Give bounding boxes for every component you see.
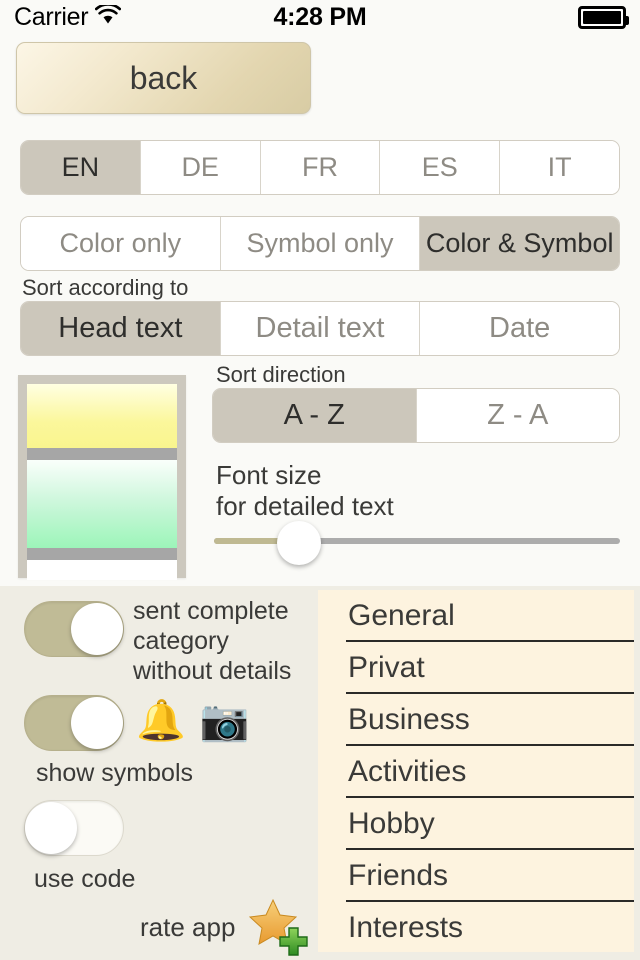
category-label: General (348, 599, 455, 632)
carrier-label: Carrier (14, 2, 89, 31)
color-scheme-preview (18, 375, 186, 580)
segment-language-it[interactable]: IT (499, 141, 619, 194)
font-size-label-line2: for detailed text (216, 491, 394, 521)
font-size-label-line1: Font size (216, 460, 322, 490)
back-button-label: back (129, 59, 198, 96)
segment-color-only[interactable]: Color only (21, 217, 220, 270)
font-size-label: Font size for detailed text (216, 460, 616, 522)
segment-language-es[interactable]: ES (379, 141, 500, 194)
segment-language-de[interactable]: DE (139, 141, 260, 194)
list-item[interactable]: General (318, 590, 634, 642)
preview-band-green (27, 460, 177, 548)
segment-language-en[interactable]: EN (21, 141, 140, 194)
list-item[interactable]: Privat (318, 642, 634, 694)
toggle-show-symbols[interactable] (24, 695, 124, 751)
segment-sort-date[interactable]: Date (419, 302, 619, 355)
font-size-slider[interactable] (214, 521, 620, 565)
sort-by-label: Sort according to (22, 275, 189, 300)
segment-symbol-only[interactable]: Symbol only (219, 217, 420, 270)
back-button[interactable]: back (16, 42, 311, 114)
preview-separator-top (27, 448, 177, 460)
segment-sort-head-text[interactable]: Head text (21, 302, 220, 355)
toggle-use-code-label: use code (34, 865, 136, 893)
battery-full-icon (578, 5, 629, 29)
sort-by-segmented-control[interactable]: Head text Detail text Date (20, 301, 620, 356)
slider-thumb[interactable] (277, 521, 322, 565)
category-label: Friends (348, 859, 449, 892)
toggle-knob (25, 802, 77, 854)
list-item[interactable]: Interests (318, 902, 634, 952)
segment-color-and-symbol[interactable]: Color & Symbol (419, 217, 619, 270)
bell-ringing-icon: 🔔 (136, 699, 186, 743)
toggle-show-symbols-label: show symbols (36, 759, 193, 787)
segment-sort-detail-text[interactable]: Detail text (219, 302, 420, 355)
sort-direction-segmented-control[interactable]: A - Z Z - A (212, 388, 620, 443)
status-bar-left: Carrier (14, 2, 122, 32)
list-item[interactable]: Activities (318, 746, 634, 798)
status-bar: Carrier 4:28 PM (0, 0, 640, 34)
category-label: Activities (348, 755, 467, 788)
list-item[interactable]: Friends (318, 850, 634, 902)
wifi-icon (95, 2, 122, 30)
preview-band-yellow (27, 384, 177, 448)
category-list[interactable]: General Privat Business Activities Hobby… (318, 590, 634, 952)
toggle-knob (71, 603, 123, 655)
status-bar-right (578, 5, 629, 29)
category-label: Interests (348, 911, 464, 944)
list-item[interactable]: Hobby (318, 798, 634, 850)
star-plus-icon (249, 898, 311, 956)
sort-direction-label: Sort direction (216, 362, 346, 387)
category-label: Business (348, 703, 470, 736)
display-mode-segmented-control[interactable]: Color only Symbol only Color & Symbol (20, 216, 620, 271)
segment-sort-za[interactable]: Z - A (415, 389, 619, 442)
toggle-use-code[interactable] (24, 800, 124, 856)
category-label: Privat (348, 651, 425, 684)
preview-band-white (27, 560, 177, 580)
language-segmented-control[interactable]: EN DE FR ES IT (20, 140, 620, 195)
app-screen: Carrier 4:28 PM back EN DE FR ES IT Colo… (0, 0, 640, 960)
category-label: Hobby (348, 807, 435, 840)
camera-icon: 📷 (199, 699, 250, 743)
toggle-knob (71, 697, 123, 749)
segment-sort-az[interactable]: A - Z (213, 389, 416, 442)
segment-language-fr[interactable]: FR (259, 141, 380, 194)
rate-app-button[interactable]: rate app (140, 898, 311, 956)
preview-separator-bottom (27, 548, 177, 560)
toggle-sent-complete-category[interactable] (24, 601, 124, 657)
symbol-preview-icons: 🔔 📷 (136, 698, 250, 744)
toggle-sent-complete-category-label: sent complete category without details (133, 597, 292, 685)
list-item[interactable]: Business (318, 694, 634, 746)
rate-app-label: rate app (140, 911, 236, 942)
